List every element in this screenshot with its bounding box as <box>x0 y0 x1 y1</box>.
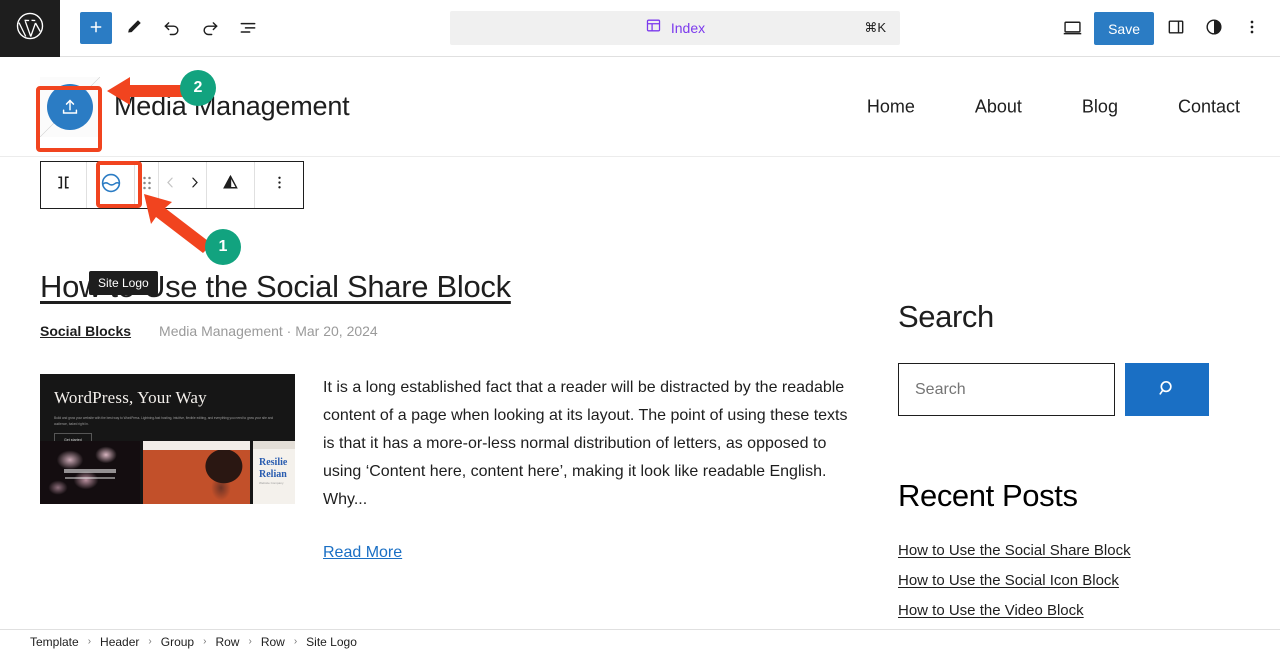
breadcrumb: Template › Header › Group › Row › Row › … <box>0 629 1280 653</box>
recent-posts-heading: Recent Posts <box>898 478 1078 513</box>
recent-post-link-1[interactable]: How to Use the Social Share Block <box>898 542 1240 559</box>
search-form <box>898 363 1240 416</box>
breadcrumb-item-row-2[interactable]: Row <box>257 635 289 649</box>
align-triangle-icon <box>220 172 241 198</box>
undo-button[interactable] <box>156 12 188 44</box>
move-down-button[interactable] <box>183 175 207 195</box>
block-toolbar <box>40 161 304 209</box>
chevron-left-icon <box>163 175 178 195</box>
styles-button[interactable] <box>1198 13 1230 45</box>
command-center-shortcut: ⌘K <box>864 20 886 35</box>
editor-top-bar: Index ⌘K Save <box>0 0 1280 57</box>
command-center-label: Index <box>670 20 706 36</box>
recent-posts-list: How to Use the Social Share Block How to… <box>898 542 1240 619</box>
sidebar-settings-icon <box>1166 17 1186 40</box>
view-device-button[interactable] <box>1056 13 1088 45</box>
strip-text-panel: Resilie Relian Website Company <box>253 441 295 504</box>
read-more-wrap: Read More <box>323 544 850 562</box>
editor-canvas: Media Management Home About Blog Contact <box>0 57 1280 629</box>
drag-dots-icon <box>141 174 153 197</box>
post-column: How to Use the Social Share Block Social… <box>40 213 850 619</box>
post-meta: Social Blocks Media Management · Mar 20,… <box>40 323 850 339</box>
chevron-right-icon: › <box>248 636 252 647</box>
breadcrumb-item-site-logo[interactable]: Site Logo <box>302 635 361 649</box>
move-up-button[interactable] <box>159 175 183 195</box>
breadcrumb-item-template[interactable]: Template <box>26 635 83 649</box>
site-title: Media Management <box>114 91 350 121</box>
site-branding: Media Management <box>40 76 350 137</box>
post-author-date: Media Management · Mar 20, 2024 <box>159 323 378 339</box>
site-logo-block[interactable] <box>40 76 100 137</box>
search-heading: Search <box>898 299 994 334</box>
more-options-button[interactable] <box>1236 13 1268 45</box>
search-magnifier-icon <box>1156 377 1178 402</box>
top-bar-tools <box>60 12 264 44</box>
pencil-icon <box>125 17 144 39</box>
recent-post-link-2[interactable]: How to Use the Social Icon Block <box>898 572 1240 589</box>
edit-tool-button[interactable] <box>118 12 150 44</box>
settings-sidebar-button[interactable] <box>1160 13 1192 45</box>
post-excerpt: It is a long established fact that a rea… <box>323 379 848 508</box>
breadcrumb-item-row-1[interactable]: Row <box>211 635 243 649</box>
template-content: How to Use the Social Share Block Social… <box>0 213 1280 619</box>
styles-contrast-icon <box>1204 17 1224 40</box>
featured-image-headline: WordPress, Your Way <box>54 388 207 407</box>
search-submit-button[interactable] <box>1125 363 1209 416</box>
undo-arrow-icon <box>162 17 182 40</box>
strip-text-sub: Website Company <box>259 481 284 485</box>
select-parent-row-button[interactable] <box>41 162 87 208</box>
breadcrumb-item-header[interactable]: Header <box>96 635 143 649</box>
featured-image-hero: WordPress, Your Way Build and grow your … <box>40 374 295 448</box>
site-logo-icon <box>99 171 123 200</box>
recent-post-link-3[interactable]: How to Use the Video Block <box>898 602 1240 619</box>
nav-link-contact[interactable]: Contact <box>1178 96 1240 117</box>
site-header-row: Media Management Home About Blog Contact <box>0 57 1280 156</box>
search-input[interactable] <box>898 363 1115 416</box>
top-bar-actions: Save <box>1056 0 1268 57</box>
block-more-options-button[interactable] <box>255 162 303 208</box>
nav-link-about[interactable]: About <box>975 96 1022 117</box>
command-center-button[interactable]: Index ⌘K <box>450 11 900 45</box>
chevron-right-icon: › <box>203 636 207 647</box>
featured-image-strip: Resilie Relian Website Company <box>40 441 295 504</box>
site-navigation: Home About Blog Contact <box>867 96 1240 117</box>
list-view-button[interactable] <box>232 12 264 44</box>
sidebar-column: Search Recent Posts How to Use the Socia… <box>850 213 1240 619</box>
add-block-button[interactable] <box>80 12 112 44</box>
block-movers <box>159 162 207 208</box>
breadcrumb-item-group[interactable]: Group <box>157 635 198 649</box>
strip-text-title: Resilie Relian <box>259 457 288 480</box>
header-divider <box>0 156 1280 157</box>
row-block-icon <box>53 172 74 198</box>
featured-image-subtext: Build and grow your website with the bes… <box>54 416 274 427</box>
strip-portrait-panel <box>143 441 250 504</box>
drag-handle[interactable] <box>135 162 159 208</box>
plus-icon <box>87 18 105 39</box>
save-button[interactable]: Save <box>1094 12 1154 45</box>
chevron-right-icon: › <box>148 636 152 647</box>
chevron-right-icon: › <box>293 636 298 647</box>
list-view-icon <box>238 17 258 40</box>
strip-floral-panel <box>40 441 140 504</box>
align-button[interactable] <box>207 162 255 208</box>
post-featured-image[interactable]: WordPress, Your Way Build and grow your … <box>40 374 295 504</box>
desktop-view-icon <box>1062 17 1083 41</box>
site-logo-tooltip: Site Logo <box>89 271 158 295</box>
chevron-right-icon <box>187 175 202 195</box>
post-body: WordPress, Your Way Build and grow your … <box>40 374 850 562</box>
redo-button[interactable] <box>194 12 226 44</box>
template-index-icon <box>645 17 662 39</box>
nav-link-blog[interactable]: Blog <box>1082 96 1118 117</box>
wordpress-logo-button[interactable] <box>0 0 60 57</box>
upload-site-logo-icon[interactable] <box>47 83 93 130</box>
read-more-link[interactable]: Read More <box>323 544 402 561</box>
site-logo-block-button[interactable] <box>87 162 135 208</box>
chevron-right-icon: › <box>87 636 92 647</box>
post-category-link[interactable]: Social Blocks <box>40 323 131 339</box>
wordpress-logo-icon <box>15 11 45 46</box>
more-options-vertical-icon <box>1242 17 1262 40</box>
nav-link-home[interactable]: Home <box>867 96 915 117</box>
redo-arrow-icon <box>200 17 220 40</box>
more-options-vertical-icon <box>270 173 289 197</box>
